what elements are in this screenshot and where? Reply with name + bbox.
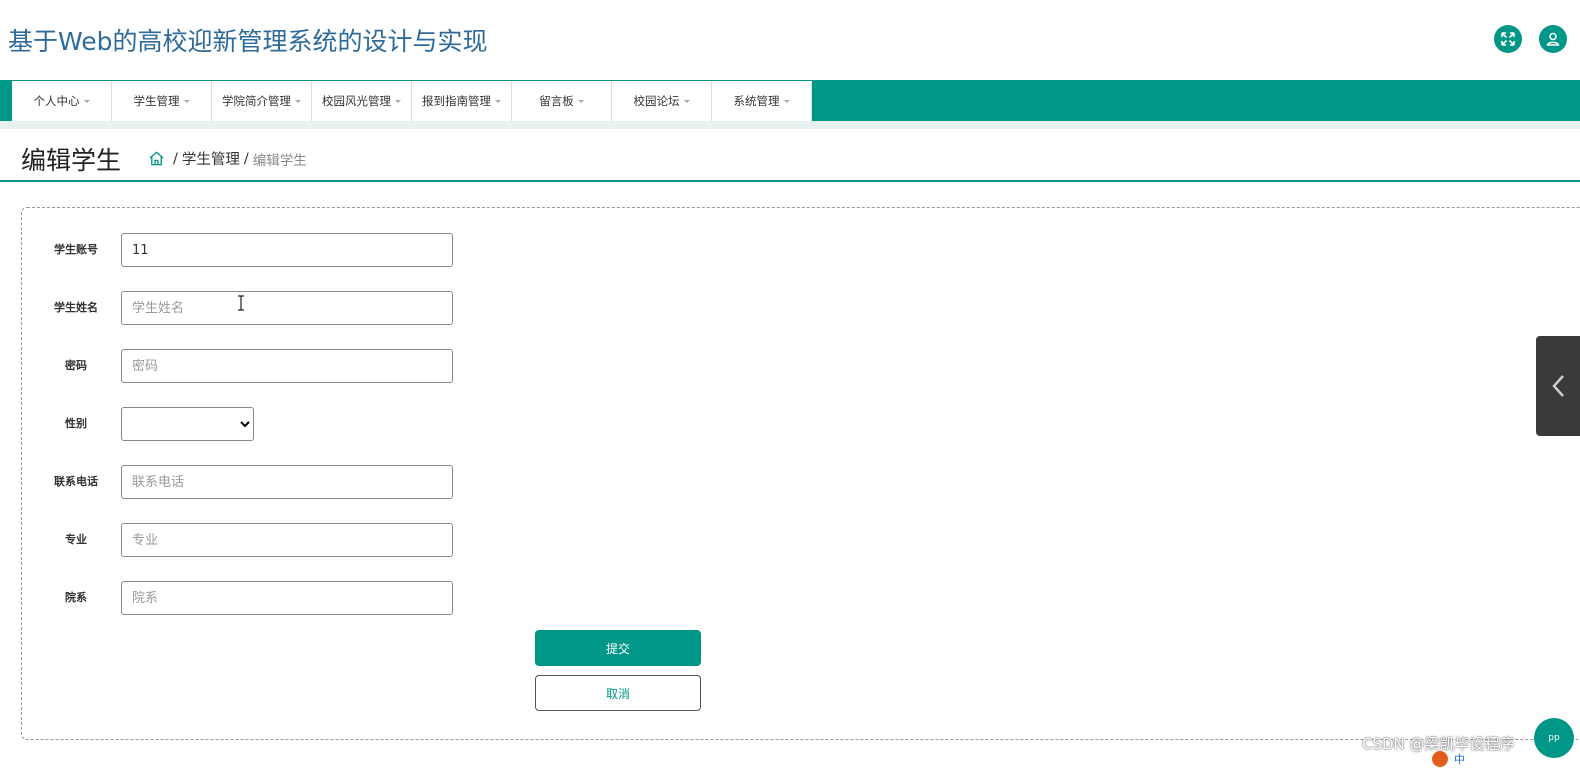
form-row-phone: 联系电话 <box>22 465 522 499</box>
nav-item-campus-forum[interactable]: 校园论坛 <box>612 81 712 121</box>
nav-item-registration-guide[interactable]: 报到指南管理 <box>412 81 512 121</box>
nav-item-campus-scenery[interactable]: 校园风光管理 <box>312 81 412 121</box>
cancel-button[interactable]: 取消 <box>535 675 701 711</box>
nav-item-system-management[interactable]: 系统管理 <box>712 81 812 121</box>
caret-down-icon <box>783 99 790 103</box>
phone-input[interactable] <box>121 465 453 499</box>
nav-item-message-board[interactable]: 留言板 <box>512 81 612 121</box>
nav-item-label: 学院简介管理 <box>222 94 291 108</box>
form-row-account: 学生账号 <box>22 233 522 267</box>
account-label: 学生账号 <box>54 243 98 256</box>
name-label: 学生姓名 <box>54 301 98 314</box>
caret-down-icon <box>183 99 190 103</box>
user-icon <box>1546 32 1560 46</box>
form-row-gender: 性别 <box>22 407 522 441</box>
app-title: 基于Web的高校迎新管理系统的设计与实现 <box>8 27 488 56</box>
password-input[interactable] <box>121 349 453 383</box>
nav-item-label: 学生管理 <box>133 94 180 108</box>
nav-item-personal-center[interactable]: 个人中心 <box>12 81 112 121</box>
caret-down-icon <box>295 99 301 103</box>
text-cursor-icon <box>238 295 244 311</box>
gender-select[interactable] <box>121 407 254 441</box>
nav-item-label: 系统管理 <box>733 94 780 108</box>
nav-item-college-intro[interactable]: 学院简介管理 <box>212 81 312 121</box>
nav-item-label: 校园论坛 <box>633 94 680 108</box>
name-input[interactable] <box>121 291 453 325</box>
ime-logo-icon <box>1432 751 1448 767</box>
caret-down-icon <box>83 99 90 103</box>
home-icon[interactable] <box>148 150 165 167</box>
ime-toolbar: 中 <box>1432 750 1580 768</box>
gender-label: 性别 <box>65 417 87 430</box>
caret-down-icon <box>683 99 690 103</box>
page-header: 编辑学生 / 学生管理 / 编辑学生 <box>0 129 1580 182</box>
side-panel-toggle[interactable] <box>1536 336 1580 436</box>
ime-language[interactable]: 中 <box>1454 751 1465 767</box>
breadcrumb-parent[interactable]: 学生管理 <box>182 148 240 169</box>
breadcrumb-separator: / <box>173 150 178 167</box>
nav-item-label: 校园风光管理 <box>322 94 391 108</box>
caret-down-icon <box>577 99 584 103</box>
page-title: 编辑学生 <box>21 146 122 175</box>
form-row-department: 院系 <box>22 581 522 615</box>
form-row-name: 学生姓名 <box>22 291 522 325</box>
breadcrumb: / 学生管理 / 编辑学生 <box>148 148 307 169</box>
caret-down-icon <box>395 99 401 103</box>
nav-item-label: 报到指南管理 <box>422 94 491 108</box>
caret-down-icon <box>495 99 501 103</box>
form-row-password: 密码 <box>22 349 522 383</box>
phone-label: 联系电话 <box>54 475 98 488</box>
expand-icon <box>1501 32 1515 46</box>
main-nav: 个人中心 学生管理 学院简介管理 校园风光管理 报到指南管理 留言板 校园论坛 … <box>0 80 1580 121</box>
form-row-major: 专业 <box>22 523 522 557</box>
account-input[interactable] <box>121 233 453 267</box>
chevron-left-icon <box>1552 375 1564 397</box>
nav-divider <box>0 121 1580 129</box>
password-label: 密码 <box>65 359 87 372</box>
edit-student-form: 学生账号 学生姓名 密码 性别 联系电话 专业 院系 提交 取消 <box>21 207 1580 740</box>
breadcrumb-separator: / <box>243 150 249 167</box>
breadcrumb-current: 编辑学生 <box>252 152 307 169</box>
app-header: 基于Web的高校迎新管理系统的设计与实现 <box>0 0 1580 80</box>
nav-item-label: 个人中心 <box>33 94 80 108</box>
nav-item-label: 留言板 <box>539 94 574 108</box>
major-label: 专业 <box>65 533 87 546</box>
submit-button[interactable]: 提交 <box>535 630 701 666</box>
fullscreen-button[interactable] <box>1494 25 1522 53</box>
nav-item-student-management[interactable]: 学生管理 <box>112 81 212 121</box>
department-input[interactable] <box>121 581 453 615</box>
department-label: 院系 <box>65 591 87 604</box>
major-input[interactable] <box>121 523 453 557</box>
user-menu-button[interactable] <box>1539 25 1567 53</box>
